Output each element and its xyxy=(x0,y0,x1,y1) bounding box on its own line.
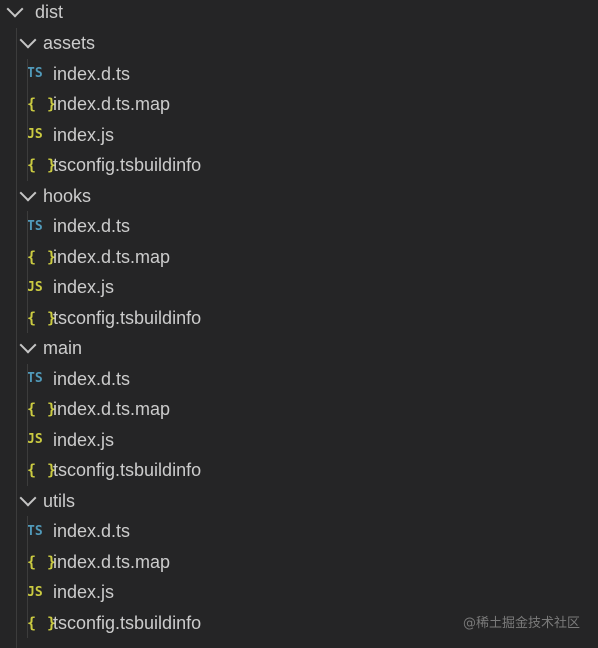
typescript-file-icon: TS xyxy=(27,218,43,234)
file-item[interactable]: JS index.js xyxy=(0,120,598,150)
chevron-down-icon xyxy=(19,489,37,506)
folder-main[interactable]: main xyxy=(0,333,598,363)
indent-guide xyxy=(27,58,28,181)
file-item[interactable]: { } tsconfig.tsbuildinfo xyxy=(0,608,598,638)
file-label: index.d.ts.map xyxy=(53,399,171,419)
file-item[interactable]: { } index.d.ts.map xyxy=(0,89,598,119)
folder-utils[interactable]: utils xyxy=(0,486,598,516)
file-label: index.js xyxy=(53,582,115,602)
file-item[interactable]: { } tsconfig.tsbuildinfo xyxy=(0,150,598,180)
folder-label: dist xyxy=(35,2,64,22)
file-label: index.d.ts xyxy=(53,63,131,84)
file-label: index.d.ts.map xyxy=(53,246,171,267)
folder-assets[interactable]: assets xyxy=(0,28,598,58)
file-label: index.js xyxy=(53,124,115,145)
javascript-file-icon: JS xyxy=(27,127,43,142)
file-label: tsconfig.tsbuildinfo xyxy=(53,460,202,480)
file-item[interactable]: { } tsconfig.tsbuildinfo xyxy=(0,455,598,485)
file-item[interactable]: JS index.js xyxy=(0,425,598,455)
chevron-down-icon xyxy=(19,184,37,201)
folder-label: utils xyxy=(43,490,76,511)
typescript-file-icon: TS xyxy=(27,66,43,81)
file-item[interactable]: JS index.js xyxy=(0,272,598,302)
typescript-file-icon: TS xyxy=(27,523,43,539)
folder-label: hooks xyxy=(43,185,92,206)
file-label: index.js xyxy=(53,277,115,297)
file-label: tsconfig.tsbuildinfo xyxy=(53,307,202,328)
file-explorer-tree: dist @稀土掘金技术社区 assets TS index.d.ts{ } inde… xyxy=(0,0,598,648)
json-file-icon: { } xyxy=(27,308,58,327)
folder-hooks[interactable]: hooks xyxy=(0,181,598,211)
folder-label: main xyxy=(43,338,83,358)
file-label: index.d.ts.map xyxy=(53,94,171,114)
file-item[interactable]: TS index.d.ts xyxy=(0,59,598,89)
folder-label: assets xyxy=(43,33,96,53)
file-item[interactable]: { } index.d.ts.map xyxy=(0,394,598,424)
indent-guide xyxy=(27,363,28,486)
json-file-icon: { } xyxy=(27,156,58,174)
file-item[interactable]: TS index.d.ts xyxy=(0,516,598,546)
file-label: tsconfig.tsbuildinfo xyxy=(53,612,202,633)
file-label: index.js xyxy=(53,429,115,450)
file-item[interactable]: TS index.d.ts xyxy=(0,364,598,394)
json-file-icon: { } xyxy=(27,247,58,266)
file-item[interactable]: { } tsconfig.tsbuildinfo xyxy=(0,303,598,333)
json-file-icon: { } xyxy=(27,552,58,571)
file-item[interactable]: TS index.d.ts xyxy=(0,211,598,241)
file-label: index.d.ts.map xyxy=(53,551,171,572)
file-item[interactable]: { } index.d.ts.map xyxy=(0,242,598,272)
file-label: index.d.ts xyxy=(53,216,131,236)
indent-guide xyxy=(27,211,28,333)
file-item[interactable]: { } index.d.ts.map xyxy=(0,547,598,577)
javascript-file-icon: JS xyxy=(27,584,43,600)
file-label: index.d.ts xyxy=(53,521,131,541)
chevron-down-icon xyxy=(19,31,37,49)
file-label: tsconfig.tsbuildinfo xyxy=(53,155,202,175)
chevron-down-icon xyxy=(6,0,24,18)
typescript-file-icon: TS xyxy=(27,371,43,386)
folder-dist[interactable]: dist xyxy=(0,0,598,27)
javascript-file-icon: JS xyxy=(27,432,43,447)
indent-guide xyxy=(27,516,28,638)
json-file-icon: { } xyxy=(27,461,58,479)
chevron-down-icon xyxy=(19,336,37,354)
json-file-icon: { } xyxy=(27,400,58,418)
json-file-icon: { } xyxy=(27,95,58,113)
json-file-icon: { } xyxy=(27,613,58,632)
javascript-file-icon: JS xyxy=(27,279,43,295)
file-label: index.d.ts xyxy=(53,368,131,389)
file-item[interactable]: JS index.js xyxy=(0,577,598,607)
